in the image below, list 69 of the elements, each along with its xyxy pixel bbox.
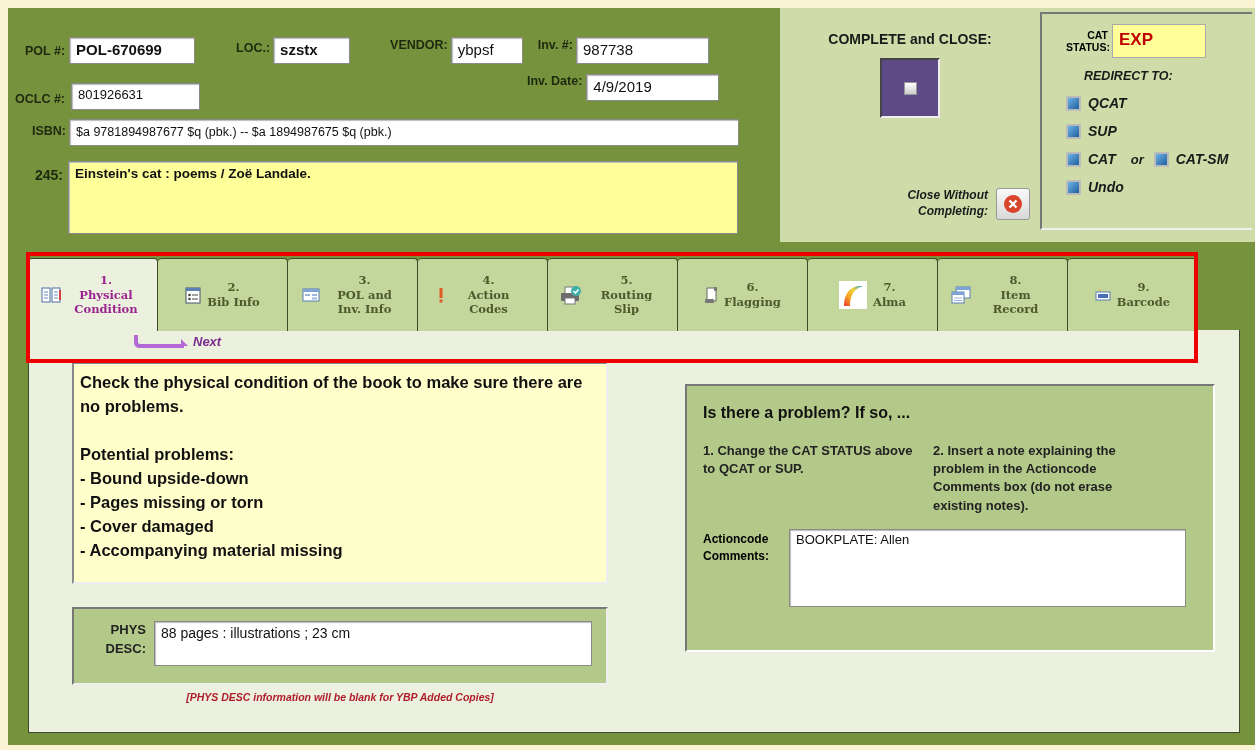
list-icon bbox=[185, 286, 202, 304]
close-icon bbox=[1003, 194, 1023, 214]
windows-icon bbox=[950, 286, 971, 304]
field-label: Inv. Date: bbox=[527, 74, 583, 88]
tab[interactable]: 3. POL and Inv. Info bbox=[288, 258, 418, 331]
field-label: OCLC #: bbox=[15, 92, 65, 106]
note-text: [PHYS DESC information will be blank for YBP Added Copies] bbox=[185, 691, 495, 703]
tab[interactable]: 8. Item Record bbox=[938, 258, 1068, 331]
problems-heading: Potential problems: bbox=[80, 444, 236, 465]
field-label: PHYS DESC: bbox=[104, 621, 146, 658]
problem-item: - Pages missing or torn bbox=[80, 492, 265, 513]
option-button[interactable] bbox=[1066, 95, 1081, 111]
field-label: 245: bbox=[35, 167, 64, 183]
close-button[interactable] bbox=[996, 188, 1030, 220]
next-arrow-icon bbox=[133, 333, 191, 349]
text-field[interactable]: $a 9781894987677 $q (pbk.) -- $a 1894987675 $q (pbk.) bbox=[69, 119, 740, 146]
problem-item: - Bound upside-down bbox=[80, 468, 250, 489]
option-label: CAT-SM bbox=[1175, 151, 1229, 167]
option-button[interactable] bbox=[1066, 179, 1081, 195]
instruction-text: Check the physical condition of the book to make sure there are no problems. bbox=[80, 372, 584, 417]
step-text: 2. Insert a note explaining the problem in the Actioncode Comments box (do not erase existing notes). bbox=[933, 442, 1117, 515]
field-label: LOC.: bbox=[236, 41, 271, 55]
option-label: CAT bbox=[1088, 151, 1116, 167]
form-icon bbox=[301, 288, 320, 302]
next-link[interactable]: Next bbox=[193, 333, 222, 349]
scroll-icon bbox=[704, 286, 719, 304]
problem-item: - Cover damaged bbox=[80, 516, 215, 537]
title-field[interactable]: Einstein's cat : poems / Zoë Landale. bbox=[68, 161, 739, 234]
comments-field[interactable]: BOOKPLATE: Allen bbox=[789, 528, 1186, 607]
complete-label: COMPLETE and CLOSE: bbox=[828, 31, 992, 47]
field-label: Actioncode Comments: bbox=[703, 530, 770, 565]
card-icon bbox=[1094, 289, 1111, 301]
complete-button[interactable] bbox=[880, 58, 940, 118]
tab[interactable]: 2. Bib Info bbox=[158, 258, 288, 331]
text-field[interactable]: 88 pages : illustrations ; 23 cm bbox=[154, 621, 592, 666]
status-label: CAT STATUS: bbox=[1066, 28, 1108, 54]
redirect-heading: REDIRECT TO: bbox=[1084, 69, 1174, 83]
text-field[interactable]: POL-670699 bbox=[69, 37, 196, 64]
field-label: Inv. #: bbox=[537, 38, 573, 52]
option-label: SUP bbox=[1088, 123, 1117, 139]
option-label: Undo bbox=[1088, 179, 1124, 195]
option-label: QCAT bbox=[1088, 95, 1127, 111]
field-label: POL #: bbox=[25, 44, 66, 58]
close-label: Close Without Completing: bbox=[906, 188, 988, 220]
option-button[interactable] bbox=[1153, 151, 1169, 167]
checkbox[interactable] bbox=[903, 81, 917, 95]
tab[interactable]: 6. Flagging bbox=[678, 258, 808, 331]
problem-heading: Is there a problem? If so, ... bbox=[703, 404, 912, 422]
text-field[interactable]: 4/9/2019 bbox=[586, 74, 720, 101]
problem-item: - Accompanying material missing bbox=[80, 540, 344, 561]
tab[interactable]: 7. Alma bbox=[808, 258, 938, 331]
book-icon bbox=[41, 287, 61, 303]
option-button[interactable] bbox=[1066, 123, 1081, 139]
step-text: 1. Change the CAT STATUS above to QCAT or SUP. bbox=[703, 442, 913, 479]
joiner-text: or bbox=[1130, 151, 1144, 167]
exclamation-icon bbox=[437, 287, 444, 303]
printer-icon bbox=[559, 285, 582, 305]
status-field[interactable]: EXP bbox=[1112, 24, 1206, 58]
tab[interactable]: 1. Physical Condition bbox=[28, 258, 158, 331]
text-field[interactable]: szstx bbox=[273, 37, 351, 64]
text-field[interactable]: 987738 bbox=[575, 37, 709, 64]
option-button[interactable] bbox=[1066, 151, 1081, 167]
text-field[interactable]: ybpsf bbox=[450, 37, 523, 64]
rainbow-arc-icon bbox=[839, 281, 868, 309]
text-field[interactable]: 801926631 bbox=[71, 83, 200, 110]
tab[interactable]: 4. Action Codes bbox=[418, 258, 548, 331]
tab[interactable]: 5. Routing Slip bbox=[548, 258, 678, 331]
field-label: ISBN: bbox=[32, 124, 67, 138]
field-label: VENDOR: bbox=[390, 38, 448, 52]
